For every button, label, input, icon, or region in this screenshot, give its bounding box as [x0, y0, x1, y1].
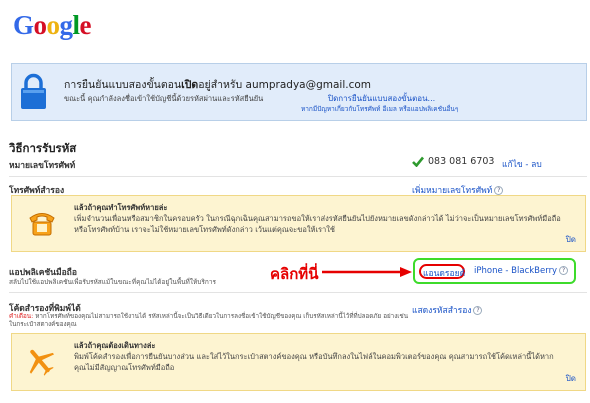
- two-step-status-banner: การยืนยันแบบสองขั้นตอนเปิดอยู่สำหรับ aum…: [11, 63, 587, 121]
- show-codes-row: แสดงรหัสสำรอง?: [412, 303, 483, 317]
- logo-letter: e: [79, 10, 92, 40]
- lost-phone-tip: แล้วถ้าคุณทำโทรศัพท์หายล่ะ เพิ่มจำนวนเพื…: [11, 195, 586, 252]
- logo-letter: l: [72, 10, 81, 40]
- click-here-annotation: คลิกที่นี่: [270, 265, 319, 283]
- section-title: วิธีการรับรหัส: [9, 141, 77, 155]
- edit-delete-link[interactable]: แก้ไข - ลบ: [502, 157, 542, 171]
- google-logo: Google: [13, 10, 92, 41]
- mobile-app-description: สลับไปใช้แอปพลิเคชันเพื่อรับรหัสแม้ในขณะ…: [9, 278, 216, 286]
- phone-number: 083 081 6703: [428, 156, 495, 167]
- logo-letter: o: [46, 10, 61, 40]
- travel-tip: แล้วถ้าคุณต้องเดินทางล่ะ พิมพ์โค้ดสำรองเ…: [11, 333, 586, 391]
- logo-letter: o: [33, 10, 48, 40]
- check-icon: [412, 156, 424, 167]
- warning-label: คำเตือน:: [9, 313, 34, 320]
- row-divider: [9, 176, 587, 177]
- trouble-link[interactable]: หากมีปัญหาเกี่ยวกับโทรศัพท์ อีเมล หรือแอ…: [301, 104, 458, 114]
- iphone-blackberry-link[interactable]: iPhone - BlackBerry: [474, 266, 557, 276]
- backup-codes-description: คำเตือน: หากโทรศัพท์ของคุณไม่สามารถใช้งา…: [9, 313, 409, 329]
- help-icon[interactable]: ?: [494, 186, 504, 195]
- status-on: เปิด: [181, 79, 199, 91]
- help-icon[interactable]: ?: [473, 306, 483, 315]
- show-backup-codes-link[interactable]: แสดงรหัสสำรอง: [412, 306, 471, 316]
- help-icon[interactable]: ?: [559, 266, 569, 275]
- logo-letter: g: [59, 10, 74, 40]
- airplane-icon: [29, 349, 55, 376]
- tip-text: เพิ่มจำนวนเพื่อนหรือสมาชิกในครอบครัว ในก…: [74, 214, 561, 234]
- status-suffix: อยู่สำหรับ aumpradya@gmail.com: [198, 79, 372, 91]
- lock-icon: [21, 73, 46, 109]
- row-divider: [9, 292, 587, 293]
- android-link[interactable]: แอนดรอยด์: [423, 266, 465, 280]
- status-subtext: ขณะนี้ คุณกำลังลงชื่อเข้าใช้บัญชีนี้ด้วย…: [64, 94, 264, 103]
- tip-text: พิมพ์โค้ดสำรองเพื่อการยืนยันบางส่วน และใ…: [74, 352, 554, 372]
- iphone-blackberry-row: iPhone - BlackBerry?: [474, 266, 569, 276]
- tip-close-link[interactable]: ปิด: [566, 233, 576, 246]
- backup-codes-text: หากโทรศัพท์ของคุณไม่สามารถใช้งานได้ รหัส…: [9, 313, 409, 328]
- telephone-icon: [29, 213, 55, 236]
- status-prefix: การยืนยันแบบสองขั้นตอน: [64, 79, 182, 91]
- logo-letter: G: [13, 10, 34, 40]
- arrow-right-icon: [322, 267, 412, 277]
- tip-close-link[interactable]: ปิด: [566, 372, 576, 385]
- phone-label: หมายเลขโทรศัพท์: [9, 161, 76, 171]
- status-text: การยืนยันแบบสองขั้นตอนเปิดอยู่สำหรับ aum…: [64, 76, 371, 93]
